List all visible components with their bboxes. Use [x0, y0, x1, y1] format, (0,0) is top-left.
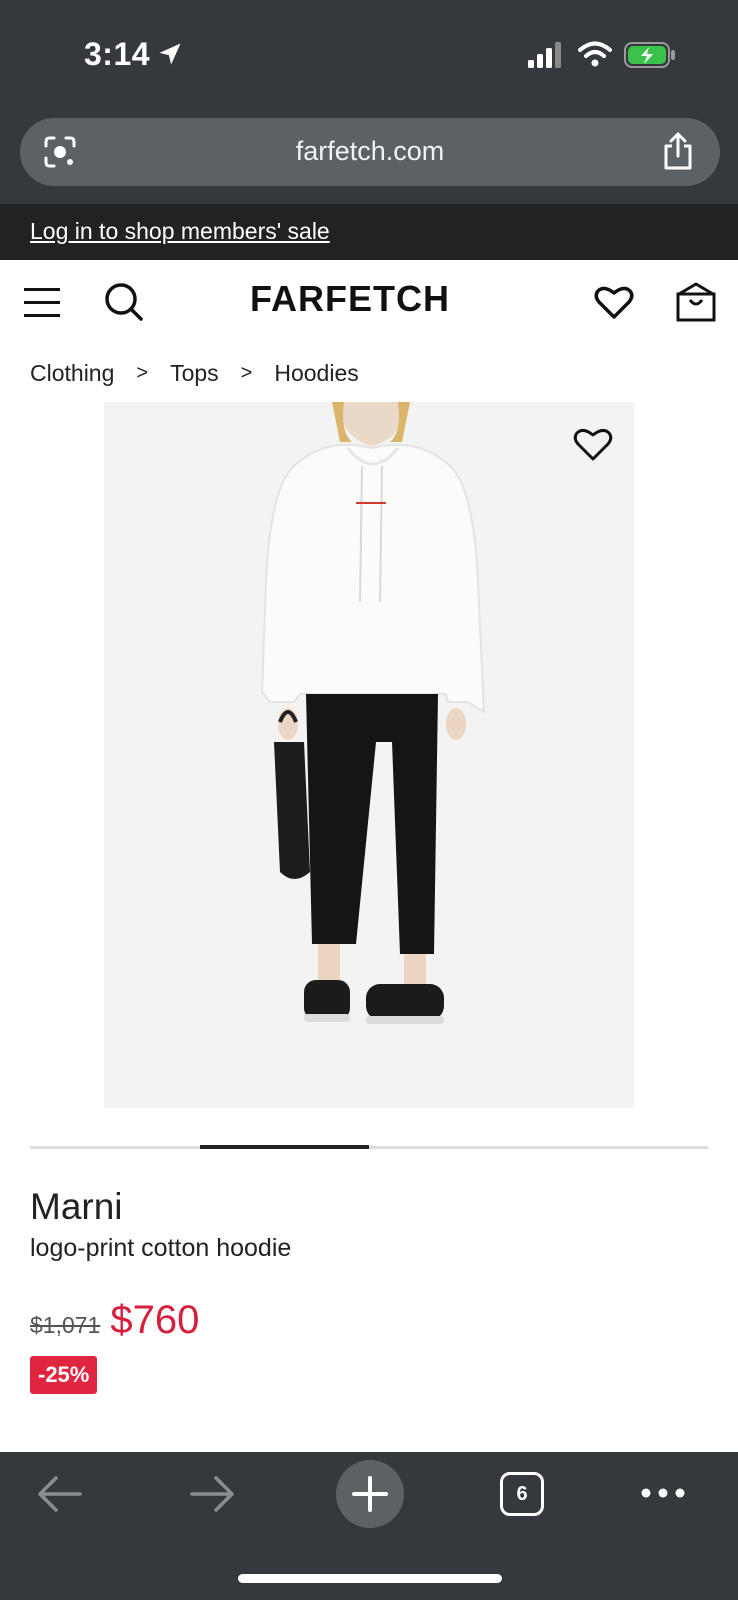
breadcrumb-clothing[interactable]: Clothing [30, 360, 114, 387]
forward-arrow-icon[interactable] [190, 1474, 236, 1514]
breadcrumb-separator: > [240, 362, 253, 384]
product-brand[interactable]: Marni [30, 1186, 123, 1228]
home-indicator [238, 1574, 502, 1583]
signal-icon [528, 42, 561, 68]
bag-icon[interactable] [676, 280, 716, 322]
site-header: FARFETCH [0, 260, 738, 346]
menu-icon[interactable] [24, 284, 60, 320]
wishlist-heart-icon[interactable] [572, 426, 614, 462]
login-members-sale-link[interactable]: Log in to shop members' sale [30, 218, 330, 245]
battery-charging-icon [624, 42, 675, 68]
more-icon[interactable] [640, 1478, 686, 1508]
plus-icon [352, 1476, 388, 1512]
breadcrumb-separator: > [136, 362, 149, 384]
new-tab-button[interactable] [336, 1460, 404, 1528]
status-time: 3:14 [84, 36, 151, 72]
tab-count-button[interactable]: 6 [500, 1472, 544, 1516]
wifi-icon [578, 41, 612, 67]
location-arrow-icon [159, 43, 181, 65]
farfetch-logo[interactable]: FARFETCH [250, 278, 450, 320]
share-icon[interactable] [660, 132, 696, 170]
url-text[interactable]: farfetch.com [20, 136, 720, 167]
original-price: $1,071 [30, 1312, 101, 1338]
model-photo [104, 402, 634, 1108]
carousel-active-segment [199, 1145, 369, 1149]
status-bar: 3:14 [0, 0, 738, 100]
breadcrumb-hoodies[interactable]: Hoodies [274, 360, 358, 387]
browser-toolbar: 6 [0, 1452, 738, 1600]
image-carousel-indicator [30, 1145, 708, 1149]
product-name: logo-print cotton hoodie [30, 1234, 292, 1262]
browser-chrome: 3:14 farfetch.com [0, 0, 738, 204]
heart-icon[interactable] [594, 284, 634, 320]
discount-badge: -25% [30, 1356, 98, 1394]
promo-banner: Log in to shop members' sale [0, 204, 738, 260]
product-image[interactable] [104, 402, 634, 1108]
search-icon[interactable] [104, 282, 144, 322]
back-arrow-icon[interactable] [36, 1474, 82, 1514]
address-bar[interactable]: farfetch.com [20, 118, 720, 186]
price-row: $1,071 $760 [30, 1298, 199, 1343]
breadcrumb: Clothing > Tops > Hoodies [30, 360, 359, 387]
breadcrumb-tops[interactable]: Tops [170, 360, 219, 387]
sale-price: $760 [110, 1298, 200, 1342]
